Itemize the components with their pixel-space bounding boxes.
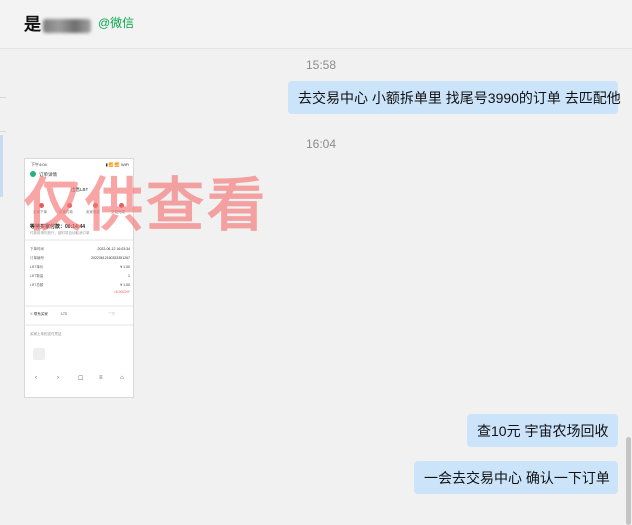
divider <box>0 97 6 98</box>
redacted-area <box>77 309 121 325</box>
phone-nav-bar: ‹ › ☐ ≡ ⌂ <box>35 375 124 382</box>
watermark: 仅供查看 <box>24 171 269 239</box>
timestamp: 15:58 <box>306 58 337 72</box>
phone-status-bar: 下午4:04 ▮ 📶 📶 WiFi <box>31 162 129 167</box>
redacted-name <box>43 18 91 33</box>
detail-row: 订单编号 20220612160333351267 <box>30 256 130 260</box>
chat-title[interactable]: 是 <box>24 10 91 35</box>
divider <box>0 131 6 132</box>
chat-title-text: 是 <box>24 15 41 34</box>
chat-header: 是 @微信 <box>0 0 632 49</box>
outgoing-message[interactable]: 查10元 宇宙农场回收 <box>467 414 618 447</box>
scrollbar[interactable] <box>626 437 631 525</box>
timestamp: 16:04 <box>306 137 337 151</box>
left-pane-edge <box>0 135 3 197</box>
outgoing-message[interactable]: 一会去交易中心 确认一下订单 <box>414 461 618 494</box>
upload-hint: 买家上传的支付凭证 <box>30 332 62 336</box>
phone-icon: ✆ <box>30 312 33 316</box>
detail-row: LBT单价 ¥ 1.00 <box>30 265 130 269</box>
outgoing-message[interactable]: 去交易中心 小额拆单里 找尾号3990的订单 去匹配他 <box>288 81 621 114</box>
chat-source-label: @微信 <box>98 16 135 30</box>
detail-row: LBT总额 ¥ 1.00 <box>30 283 130 287</box>
image-placeholder-icon <box>33 348 45 360</box>
detail-row: ≈8.00CNY <box>113 290 130 294</box>
detail-row: 下单时间 2022-06-12 16:03:34 <box>30 247 130 251</box>
detail-row: LBT数量 1 <box>30 274 130 278</box>
